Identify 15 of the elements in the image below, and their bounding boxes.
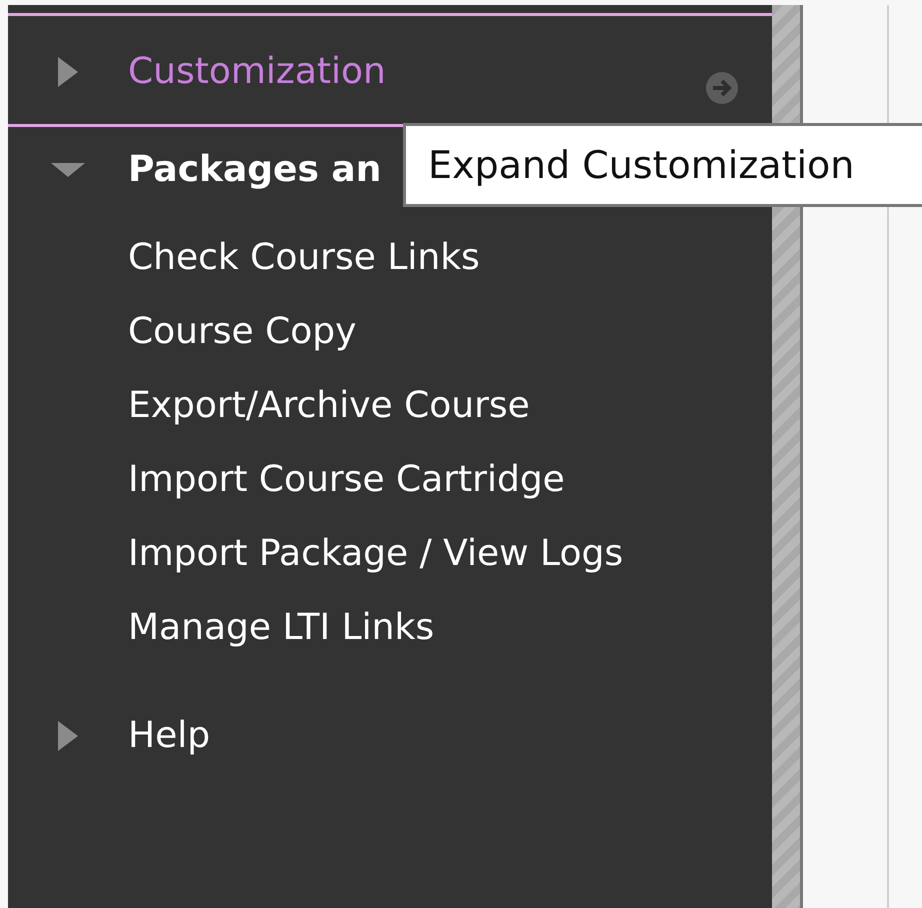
expand-triangle-icon[interactable] — [58, 721, 78, 751]
section-title: Packages an — [128, 148, 382, 192]
menu-link[interactable]: Course Copy — [128, 295, 356, 369]
menu-link[interactable]: Import Course Cartridge — [128, 443, 565, 517]
collapse-triangle-icon[interactable] — [51, 163, 85, 177]
tooltip: Expand Customization — [403, 123, 922, 207]
section-title: Customization — [128, 50, 386, 94]
expand-triangle-icon[interactable] — [58, 57, 78, 87]
arrow-circle-icon[interactable] — [706, 72, 738, 104]
menu-link[interactable]: Import Package / View Logs — [128, 517, 624, 591]
section-title: Help — [128, 714, 210, 758]
menu-link[interactable]: Export/Archive Course — [128, 369, 530, 443]
menu-link[interactable]: Manage LTI Links — [128, 591, 434, 665]
menu-link[interactable]: Check Course Links — [128, 221, 480, 295]
section-header[interactable]: Help — [8, 693, 772, 787]
